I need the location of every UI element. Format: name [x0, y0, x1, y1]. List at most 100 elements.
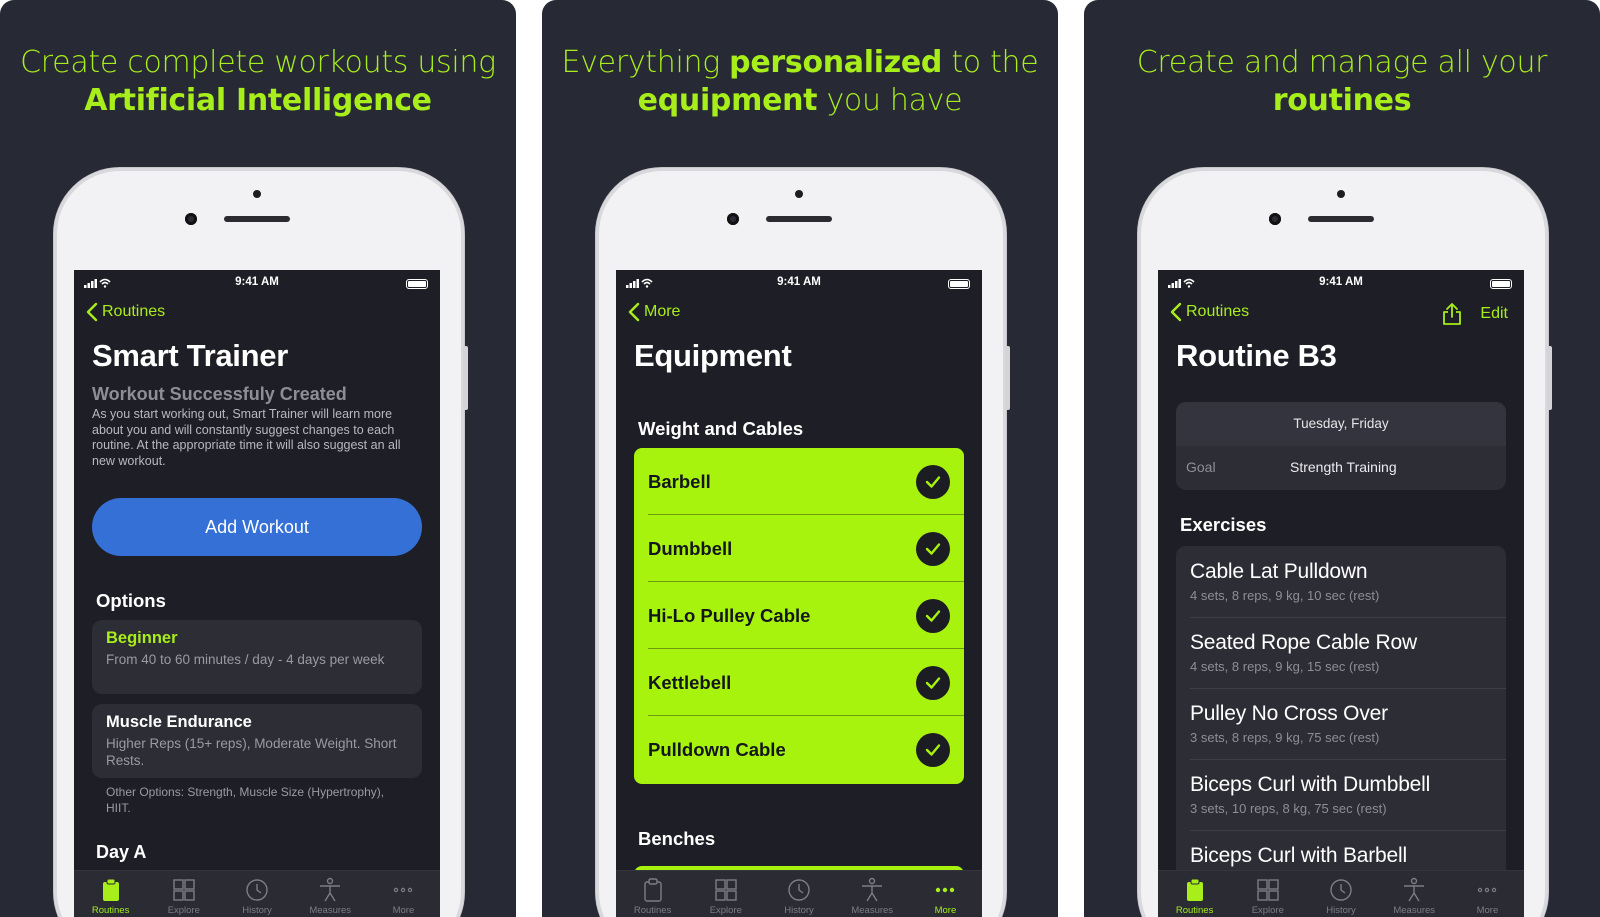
exercise-detail: 4 sets, 8 reps, 9 kg, 10 sec (rest) [1190, 588, 1380, 603]
tab-explore[interactable]: Explore [689, 871, 762, 917]
phone-screen: 9:41 AM More Equipment Weight and Cables… [616, 270, 982, 917]
exercise-detail: 3 sets, 10 reps, 8 kg, 75 sec (rest) [1190, 801, 1387, 816]
checkmark-icon [916, 666, 950, 700]
status-bar: 9:41 AM [74, 274, 440, 292]
tab-more[interactable]: More [1451, 871, 1524, 917]
phone-screen: 9:41 AM Routines Edit Routine B3 Tuesday… [1158, 270, 1524, 917]
headline-bold: Artificial Intelligence [84, 83, 432, 118]
promo-panel-routines: Create and manage all your routines 9:41… [1084, 0, 1600, 917]
front-camera [185, 213, 197, 225]
equipment-label: Kettlebell [648, 672, 732, 693]
tab-routines[interactable]: Routines [74, 871, 147, 917]
nav-actions: Edit [1442, 302, 1508, 326]
other-options-note: Other Options: Strength, Muscle Size (Hy… [106, 785, 385, 815]
goal-value: Strength Training [1290, 459, 1397, 475]
tab-label: Measures [1393, 905, 1436, 916]
status-subtitle: Workout Successfuly Created [92, 384, 347, 404]
clock-history-icon [246, 879, 268, 901]
checkmark-icon [916, 532, 950, 566]
exercise-name: Biceps Curl with Barbell [1190, 844, 1407, 867]
proximity-sensor [253, 190, 261, 198]
tab-routines[interactable]: Routines [1158, 871, 1231, 917]
earpiece-speaker [1308, 216, 1374, 222]
equipment-item-barbell[interactable]: Barbell [634, 448, 964, 515]
equipment-item-hi-lo-pulley[interactable]: Hi-Lo Pulley Cable [634, 582, 964, 649]
exercise-row[interactable]: Biceps Curl with Dumbbell 3 sets, 10 rep… [1176, 759, 1506, 831]
status-bar: 9:41 AM [1158, 274, 1524, 292]
schedule-days: Tuesday, Friday [1176, 402, 1506, 446]
front-camera [727, 213, 739, 225]
more-dots-icon [394, 887, 413, 893]
chevron-left-icon [628, 302, 640, 322]
back-button[interactable]: Routines [86, 302, 165, 322]
page-title: Equipment [634, 338, 792, 373]
add-workout-button[interactable]: Add Workout [92, 498, 422, 556]
status-time: 9:41 AM [777, 276, 821, 288]
tab-label: More [1476, 905, 1499, 916]
page-title: Routine B3 [1176, 338, 1337, 373]
page-title: Smart Trainer [92, 338, 288, 373]
promo-panel-smart-trainer: Create complete workouts using Artificia… [0, 0, 516, 917]
tab-explore[interactable]: Explore [147, 871, 220, 917]
tab-label: Routines [1175, 905, 1214, 916]
back-button[interactable]: More [628, 302, 680, 322]
option-title: Muscle Endurance [106, 713, 252, 731]
tab-measures[interactable]: Measures [1378, 871, 1451, 917]
checkmark-icon [916, 465, 950, 499]
tab-history[interactable]: History [220, 871, 293, 917]
battery-icon [406, 279, 428, 289]
equipment-item-pulldown-cable[interactable]: Pulldown Cable [634, 716, 964, 783]
back-button-label: More [644, 303, 681, 320]
chevron-left-icon [86, 302, 98, 322]
tab-explore[interactable]: Explore [1231, 871, 1304, 917]
back-button[interactable]: Routines [1170, 302, 1249, 322]
tab-label: History [1326, 905, 1356, 916]
tab-bar: Routines Explore History Measures More [1158, 870, 1524, 917]
promo-headline: Create and manage all your routines [1084, 44, 1600, 120]
power-button [1547, 346, 1552, 410]
exercise-name: Pulley No Cross Over [1190, 702, 1388, 725]
option-card-muscle-endurance[interactable]: Muscle Endurance Higher Reps (15+ reps),… [92, 704, 422, 778]
exercise-detail: 3 sets, 8 reps, 9 kg, 75 sec (rest) [1190, 730, 1380, 745]
schedule-card[interactable]: Tuesday, Friday Goal Strength Training [1176, 402, 1506, 490]
tab-history[interactable]: History [762, 871, 835, 917]
tab-label: Explore [1251, 905, 1284, 916]
body-figure-icon [862, 877, 883, 902]
headline-bold: personalized [729, 45, 943, 80]
tab-label: Explore [167, 905, 200, 916]
tab-label: Measures [851, 905, 894, 916]
tab-more[interactable]: More [367, 871, 440, 917]
equipment-label: Pulldown Cable [648, 739, 786, 760]
battery-icon [948, 279, 970, 289]
power-button [1005, 346, 1010, 410]
options-header: Options [96, 590, 166, 611]
option-card-beginner[interactable]: Beginner From 40 to 60 minutes / day - 4… [92, 620, 422, 694]
tab-routines[interactable]: Routines [616, 871, 689, 917]
share-icon[interactable] [1442, 302, 1462, 326]
exercise-row[interactable]: Seated Rope Cable Row 4 sets, 8 reps, 9 … [1176, 617, 1506, 689]
proximity-sensor [1337, 190, 1345, 198]
phone-frame: 9:41 AM Routines Smart Trainer Workout S… [54, 168, 468, 917]
tab-more[interactable]: More [909, 871, 982, 917]
tab-measures[interactable]: Measures [294, 871, 367, 917]
exercise-row[interactable]: Cable Lat Pulldown 4 sets, 8 reps, 9 kg,… [1176, 546, 1506, 618]
tab-bar: Routines Explore History Measures More [616, 870, 982, 917]
exercise-row[interactable]: Pulley No Cross Over 3 sets, 8 reps, 9 k… [1176, 688, 1506, 760]
tab-measures[interactable]: Measures [836, 871, 909, 917]
checkmark-icon [916, 733, 950, 767]
equipment-item-kettlebell[interactable]: Kettlebell [634, 649, 964, 716]
equipment-item-dumbbell[interactable]: Dumbbell [634, 515, 964, 582]
exercise-detail: 4 sets, 8 reps, 9 kg, 15 sec (rest) [1190, 659, 1380, 674]
body-figure-icon [320, 877, 341, 902]
headline-line-1: Create complete workouts using [20, 45, 496, 80]
status-time: 9:41 AM [235, 276, 279, 288]
section-header-benches: Benches [638, 828, 716, 849]
promo-panel-equipment: Everything personalized to the equipment… [542, 0, 1058, 917]
phone-screen: 9:41 AM Routines Smart Trainer Workout S… [74, 270, 440, 917]
option-title: Beginner [106, 629, 178, 647]
headline-text: Everything [561, 45, 730, 80]
edit-button[interactable]: Edit [1480, 305, 1508, 323]
clipboard-icon [102, 878, 119, 901]
tab-history[interactable]: History [1304, 871, 1377, 917]
option-detail: Higher Reps (15+ reps), Moderate Weight.… [106, 736, 397, 768]
